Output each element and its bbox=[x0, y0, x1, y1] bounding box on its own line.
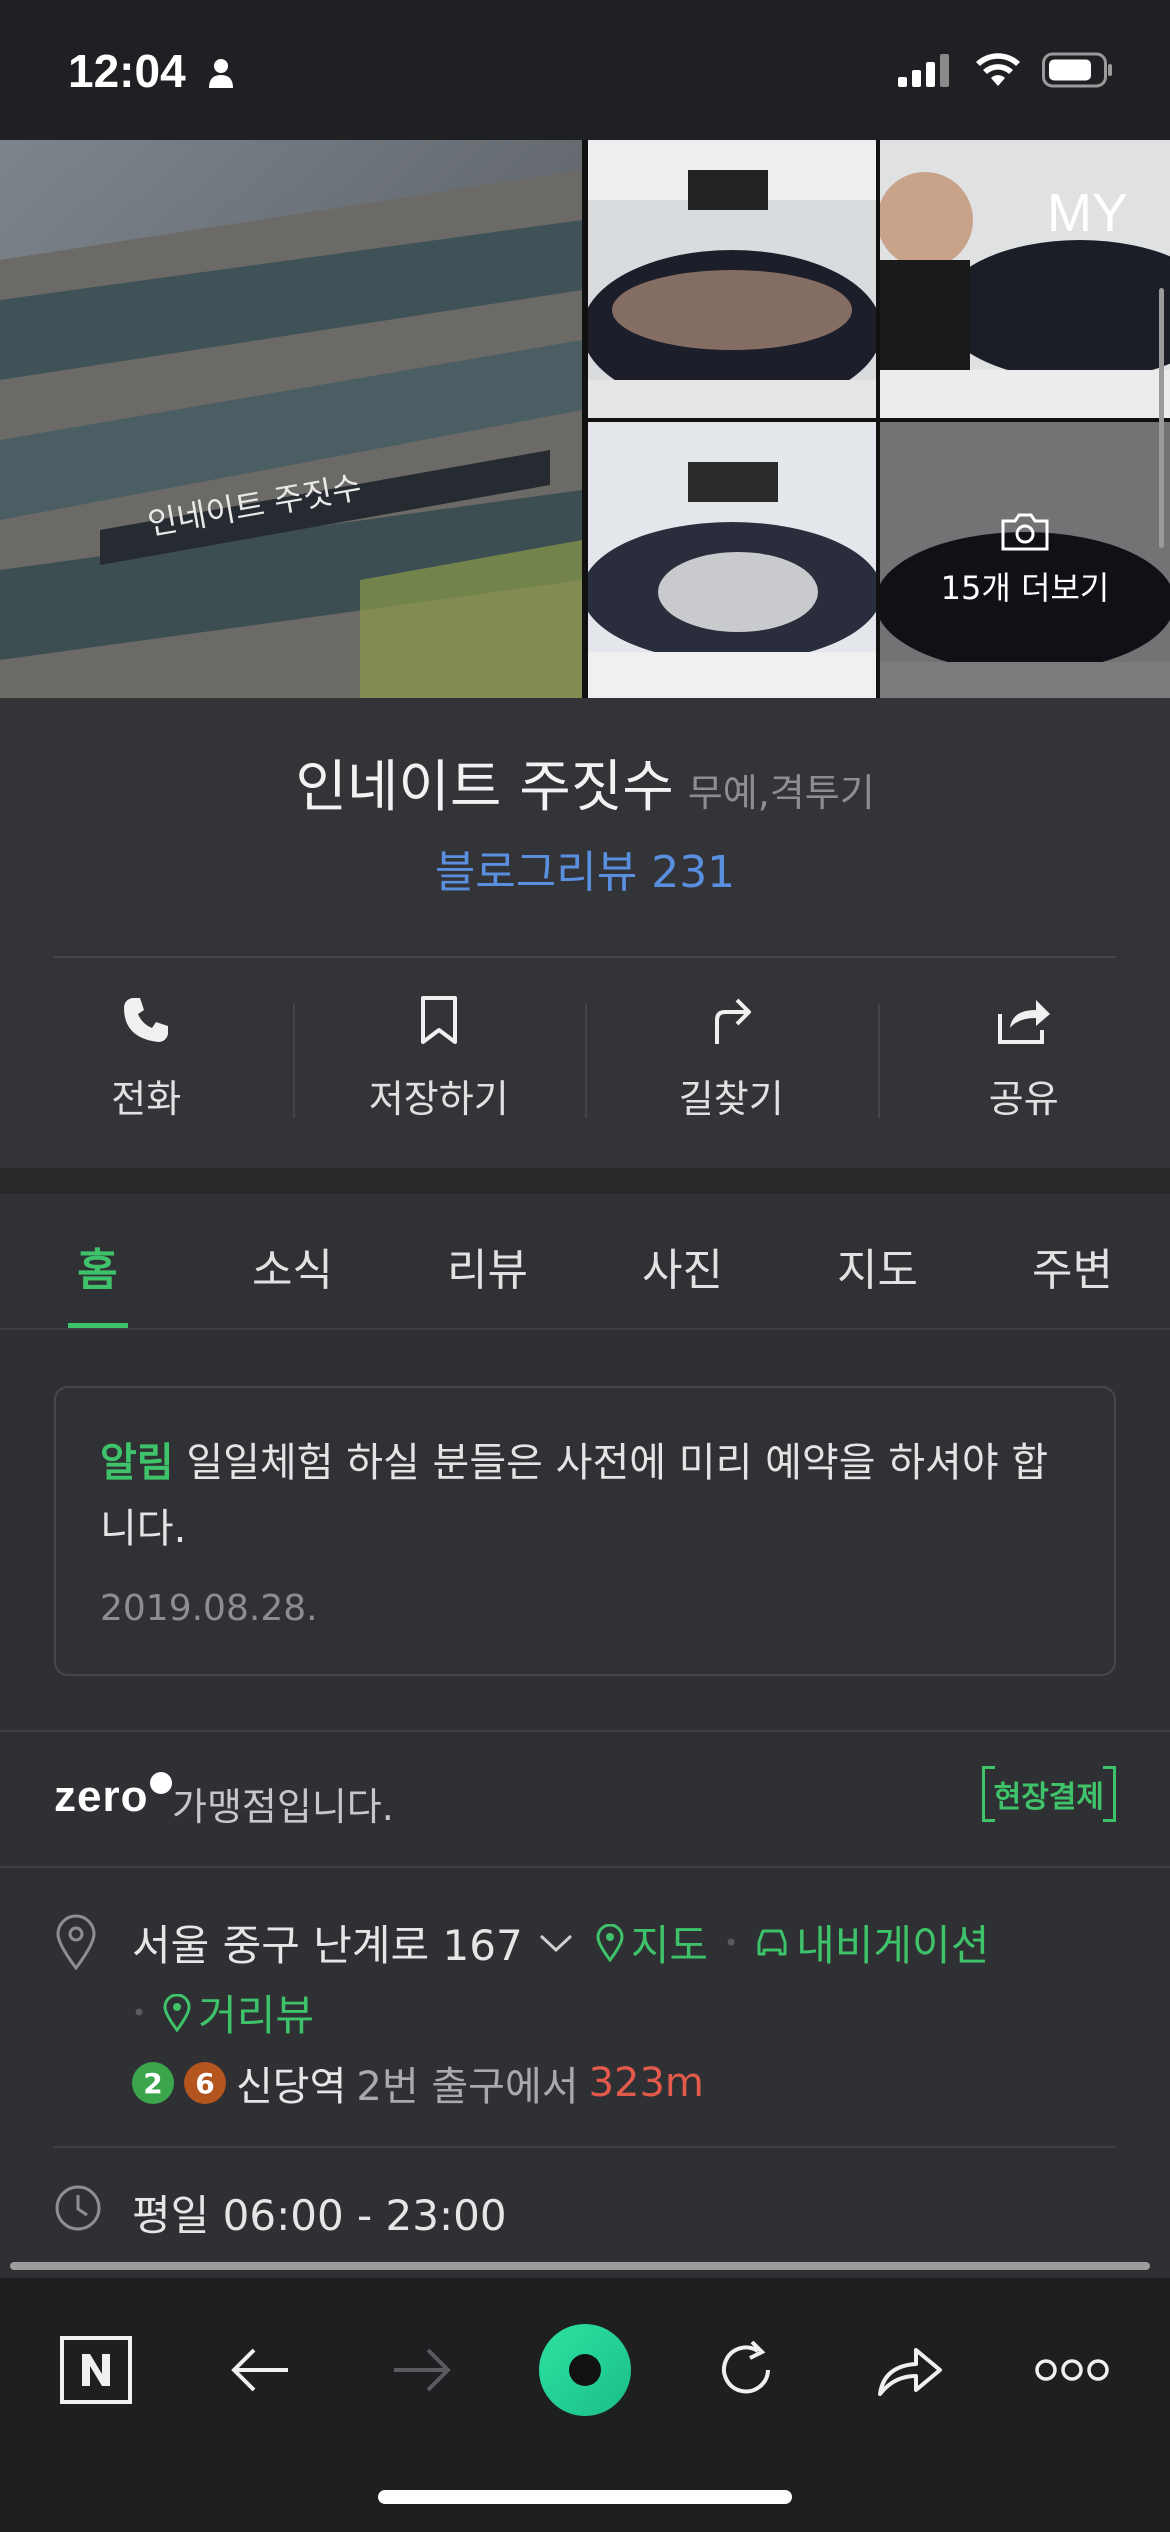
subway-line-2-badge: 2 bbox=[132, 2062, 174, 2104]
station-name: 신당역 bbox=[236, 2064, 347, 2110]
green-dot-icon bbox=[539, 2324, 631, 2416]
tab-photos[interactable]: 사진 bbox=[585, 1194, 780, 1328]
directions-icon bbox=[715, 998, 752, 1044]
save-label: 저장하기 bbox=[368, 1077, 509, 1121]
signal-icon bbox=[898, 54, 949, 87]
more-dots-icon bbox=[1035, 2359, 1109, 2381]
street-view-link[interactable]: 거리뷰 bbox=[162, 1982, 314, 2043]
notice-text: 일일체험 하실 분들은 사전에 미리 예약을 하셔야 합니다. bbox=[100, 1440, 1049, 1552]
notice-card[interactable]: 알림 일일체험 하실 분들은 사전에 미리 예약을 하셔야 합니다. 2019.… bbox=[54, 1386, 1116, 1676]
clock-icon bbox=[55, 2185, 101, 2231]
status-indicators bbox=[898, 52, 1114, 88]
onsite-payment-badge: 현장결제 bbox=[981, 1766, 1117, 1822]
address-text[interactable]: 서울 중구 난계로 167 bbox=[132, 1912, 523, 1973]
station-exit: 2번 출구에서 bbox=[356, 2064, 579, 2110]
naver-home-button[interactable] bbox=[46, 2320, 146, 2420]
directions-button[interactable]: 길찾기 bbox=[585, 960, 878, 1168]
business-hours[interactable]: 평일 06:00 - 23:00 bbox=[132, 2182, 507, 2243]
vertical-scrollbar[interactable] bbox=[1159, 288, 1164, 548]
notice-date: 2019.08.28. bbox=[100, 1588, 318, 1629]
notice-tag: 알림 bbox=[100, 1440, 174, 1486]
call-label: 전화 bbox=[111, 1077, 182, 1121]
group-photo-2[interactable]: MY bbox=[880, 140, 1170, 418]
directions-label: 길찾기 bbox=[678, 1077, 784, 1121]
refresh-button[interactable] bbox=[696, 2320, 796, 2420]
place-category: 무예,격투기 bbox=[687, 771, 875, 815]
arrow-right-icon bbox=[394, 2348, 451, 2392]
tab-nearby[interactable]: 주변 bbox=[975, 1194, 1170, 1328]
divider bbox=[54, 2146, 1116, 2148]
horizontal-scrollbar[interactable] bbox=[10, 2262, 1150, 2270]
main-photo-building[interactable]: 인네이트 주짓수 bbox=[0, 140, 582, 698]
group-photo-3[interactable] bbox=[588, 422, 876, 698]
zeropay-text: 가맹점입니다. bbox=[172, 1785, 394, 1829]
section-gap bbox=[0, 1168, 1170, 1194]
share-label: 공유 bbox=[988, 1077, 1059, 1121]
chevron-down-icon[interactable] bbox=[539, 1932, 573, 1954]
tab-reviews[interactable]: 리뷰 bbox=[390, 1194, 585, 1328]
share-page-button[interactable] bbox=[860, 2320, 960, 2420]
place-title-row: 인네이트 주짓수 무예,격투기 bbox=[0, 742, 1170, 823]
subway-info: 2 6 신당역 2번 출구에서 323m bbox=[132, 2054, 704, 2112]
address-row: 서울 중구 난계로 167 지도 • 내비게이션 bbox=[132, 1912, 989, 1973]
forward-button[interactable] bbox=[372, 2320, 472, 2420]
share-button[interactable]: 공유 bbox=[877, 960, 1170, 1168]
status-bar: 12:04 bbox=[0, 0, 1170, 140]
call-button[interactable]: 전화 bbox=[0, 960, 293, 1168]
zeropay-logo: zero bbox=[54, 1772, 173, 1822]
green-dot-button[interactable] bbox=[535, 2320, 635, 2420]
refresh-icon bbox=[722, 2340, 770, 2394]
tab-map[interactable]: 지도 bbox=[780, 1194, 975, 1328]
my-badge: MY bbox=[1047, 183, 1128, 243]
address-row-2: • 거리뷰 bbox=[132, 1982, 314, 2043]
more-photos-button[interactable]: 15개 더보기 bbox=[880, 422, 1170, 698]
divider bbox=[0, 1730, 1170, 1732]
place-name: 인네이트 주짓수 bbox=[295, 755, 674, 820]
subway-line-6-badge: 6 bbox=[184, 2062, 226, 2104]
share-icon bbox=[997, 1000, 1050, 1044]
tab-news[interactable]: 소식 bbox=[195, 1194, 390, 1328]
divider bbox=[54, 956, 1116, 958]
back-button[interactable] bbox=[210, 2320, 310, 2420]
camera-icon bbox=[1001, 513, 1049, 551]
wifi-icon bbox=[976, 53, 1020, 86]
location-pin-icon bbox=[56, 1914, 96, 1970]
more-menu-button[interactable] bbox=[1022, 2320, 1122, 2420]
map-pin-icon bbox=[596, 1923, 624, 1962]
photo-gallery: 인네이트 주짓수 MY 15개 더보기 bbox=[0, 140, 1170, 698]
action-bar: 전화 저장하기 길찾기 공유 bbox=[0, 960, 1170, 1168]
home-indicator[interactable] bbox=[378, 2490, 792, 2504]
tab-bar: 홈 소식 리뷰 사진 지도 주변 bbox=[0, 1194, 1170, 1330]
person-icon bbox=[209, 59, 233, 88]
map-pin-icon bbox=[163, 1993, 191, 2032]
battery-icon bbox=[1042, 52, 1112, 88]
save-button[interactable]: 저장하기 bbox=[292, 960, 586, 1168]
notice-body: 알림 일일체험 하실 분들은 사전에 미리 예약을 하셔야 합니다. bbox=[100, 1430, 1060, 1562]
share-arrow-icon bbox=[878, 2348, 942, 2396]
blog-review-link[interactable]: 블로그리뷰 231 bbox=[0, 836, 1170, 900]
map-link[interactable]: 지도 bbox=[595, 1912, 708, 1973]
group-photo-1[interactable] bbox=[588, 140, 876, 418]
station-distance: 323m bbox=[588, 2060, 704, 2106]
phone-icon bbox=[124, 998, 169, 1042]
naver-n-icon bbox=[60, 2336, 132, 2404]
arrow-left-icon bbox=[231, 2348, 288, 2392]
navigation-link[interactable]: 내비게이션 bbox=[754, 1912, 989, 1973]
zeropay-row: zero 가맹점입니다. 현장결제 bbox=[54, 1766, 1117, 1832]
divider bbox=[0, 1866, 1170, 1868]
car-icon bbox=[757, 1929, 787, 1955]
bookmark-icon bbox=[420, 996, 457, 1044]
tab-home[interactable]: 홈 bbox=[0, 1194, 195, 1328]
status-time: 12:04 bbox=[68, 45, 186, 97]
more-photos-label: 15개 더보기 bbox=[940, 569, 1110, 607]
